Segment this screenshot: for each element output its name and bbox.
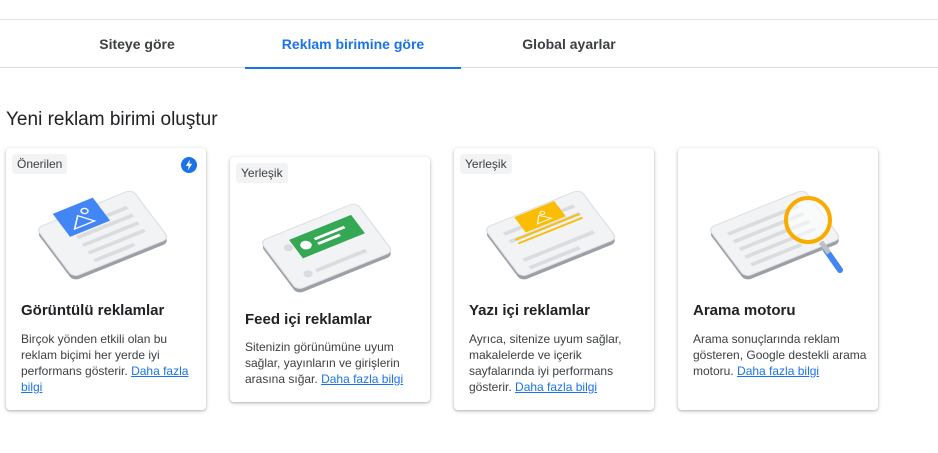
card-description: Ayrıca, sitenize uyum sağlar, makalelerd… [469,332,622,394]
card-display-ads[interactable]: Önerilen Görüntülü reklamlar Birçok yönd… [6,148,206,410]
learn-more-link[interactable]: Daha fazla bilgi [321,372,403,386]
recommended-badge: Önerilen [12,154,68,174]
card-description: Sitenizin görünümüne uyum sağlar, yayınl… [245,340,404,386]
tab-by-ad-unit[interactable]: Reklam birimine göre [245,20,461,69]
card-description: Arama sonuçlarında reklam gösteren, Goog… [693,332,867,378]
card-title: Yazı içi reklamlar [469,302,590,319]
tab-by-site[interactable]: Siteye göre [60,20,214,68]
card-title: Arama motoru [693,302,796,319]
built-in-badge: Yerleşik [236,163,288,183]
learn-more-link[interactable]: Daha fazla bilgi [737,364,819,378]
built-in-badge: Yerleşik [460,154,512,174]
search-engine-illustration [710,190,843,280]
lightning-bolt-icon [181,157,197,173]
card-title: Feed içi reklamlar [245,311,372,328]
section-title: Yeni reklam birimi oluştur [6,109,218,130]
card-in-feed-ads[interactable]: Yerleşik Feed içi reklamlar Sitenizin gö… [230,157,430,402]
card-description: Birçok yönden etkili olan bu reklam biçi… [21,332,189,394]
learn-more-link[interactable]: Daha fazla bilgi [515,380,597,394]
tab-global-settings[interactable]: Global ayarlar [492,20,646,68]
display-ads-illustration [38,190,168,280]
in-article-ads-illustration [486,190,616,280]
card-title: Görüntülü reklamlar [21,302,165,319]
tab-bar: Siteye göre Reklam birimine göre Global … [0,20,938,69]
card-search-engine[interactable]: Arama motoru Arama sonuçlarında reklam g… [678,148,878,410]
in-feed-ads-illustration [262,203,392,293]
card-in-article-ads[interactable]: Yerleşik Yazı içi reklamlar Ayrıca, site… [454,148,654,410]
